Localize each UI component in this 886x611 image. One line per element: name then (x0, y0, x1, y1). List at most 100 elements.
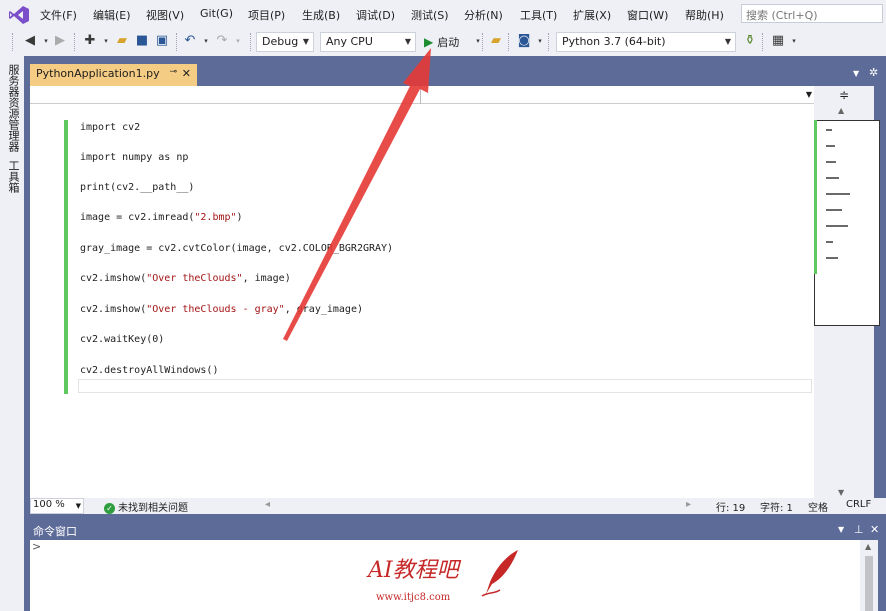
feather-pen-icon (481, 550, 518, 597)
editor-status-row: 100 % ▼ ✓ 未找到相关问题 ◂ ▸ 行: 19 字符: 1 空格 CRLF (30, 498, 886, 514)
undo-icon[interactable]: ↶ (182, 33, 198, 49)
tab-list-dropdown-icon[interactable]: ▼ (853, 69, 859, 78)
menu-git[interactable]: Git(G) (200, 7, 233, 20)
toolbar-separator (74, 33, 75, 51)
line-ending-indicator[interactable]: CRLF (846, 499, 871, 510)
minimap-viewport[interactable] (814, 120, 880, 326)
document-tabstrip: PythonApplication1.py ⊸ ✕ ▼ ✲ (24, 64, 886, 86)
layout-icon[interactable]: ▦ (770, 33, 786, 49)
open-folder-icon[interactable]: ▰ (114, 33, 130, 49)
minimap-line (826, 225, 848, 227)
issues-indicator[interactable]: ✓ 未找到相关问题 (104, 499, 188, 514)
menu-file[interactable]: 文件(F) (40, 7, 77, 23)
redo-icon[interactable]: ↷ (214, 33, 230, 49)
toolbar: ◀ ▾ ▶ ✚ ▾ ▰ ■ ▣ ↶ ▾ ↷ ▾ Debug ▼ Any CPU … (0, 28, 886, 56)
python-environment-select[interactable]: Python 3.7 (64-bit) ▼ (556, 32, 736, 52)
code-line-9: cv2.destroyAllWindows() (80, 365, 219, 376)
document-well: PythonApplication1.py ⊸ ✕ ▼ ✲ ▼ ≑ import… (24, 56, 886, 516)
scroll-down-icon[interactable]: ▼ (838, 488, 844, 497)
save-all-icon[interactable]: ▣ (154, 33, 170, 49)
minimap-line (826, 145, 835, 147)
toolbox-tab[interactable]: 工具箱 (6, 160, 20, 193)
menu-extensions[interactable]: 扩展(X) (573, 7, 611, 23)
server-explorer-tab[interactable]: 服务器资源管理器 (6, 64, 20, 152)
scope-dropdown[interactable] (30, 86, 421, 104)
issues-text: 未找到相关问题 (118, 503, 188, 514)
menu-help[interactable]: 帮助(H) (685, 7, 724, 23)
scroll-thumb[interactable] (865, 556, 873, 611)
layout-dropdown-icon[interactable]: ▾ (786, 33, 802, 49)
menu-tools[interactable]: 工具(T) (520, 7, 557, 23)
python-environment-value: Python 3.7 (64-bit) (562, 35, 666, 48)
window-options-icon[interactable]: ▼ (838, 525, 844, 534)
scroll-up-icon[interactable]: ▲ (838, 106, 844, 115)
toolbar-grip (12, 33, 13, 51)
find-in-files-icon[interactable]: ▰ (488, 33, 504, 49)
visual-studio-icon (9, 6, 29, 24)
python-environments-icon[interactable]: ⚱ (742, 33, 758, 49)
change-tracking-bar (64, 120, 68, 394)
start-dropdown-icon[interactable]: ▾ (470, 33, 486, 49)
toolbar-grip (548, 33, 549, 51)
camera-icon[interactable]: ◙ (516, 33, 532, 49)
chevron-down-icon: ▼ (724, 37, 731, 46)
code-line-7: cv2.imshow("Over theClouds - gray", gray… (80, 304, 363, 315)
zoom-select[interactable]: 100 % ▼ (30, 498, 84, 514)
pin-icon[interactable]: ⊥ (854, 523, 864, 536)
command-window-title: 命令窗口 (33, 525, 77, 538)
menu-edit[interactable]: 编辑(E) (93, 7, 131, 23)
minimap-line (826, 177, 839, 179)
toolbar-separator (176, 33, 177, 51)
new-item-icon[interactable]: ✚ (82, 33, 98, 49)
close-icon[interactable]: ✕ (182, 67, 191, 80)
gear-icon[interactable]: ✲ (869, 66, 878, 79)
camera-dropdown-icon[interactable]: ▾ (532, 33, 548, 49)
undo-dropdown-icon[interactable]: ▾ (198, 33, 214, 49)
check-circle-icon: ✓ (104, 503, 115, 514)
menu-view[interactable]: 视图(V) (146, 7, 184, 23)
chevron-down-icon: ▼ (404, 37, 411, 46)
minimap-scrollbar[interactable]: ▲ ▼ (814, 104, 880, 498)
redo-dropdown-icon[interactable]: ▾ (230, 33, 246, 49)
menu-debug[interactable]: 调试(D) (356, 7, 395, 23)
menu-window[interactable]: 窗口(W) (627, 7, 668, 23)
split-editor-icon[interactable]: ≑ (814, 86, 874, 104)
watermark-url: www.itjc8.com (376, 592, 451, 603)
minimap-line (826, 241, 833, 243)
minimap-line (826, 257, 838, 259)
platform-select[interactable]: Any CPU ▼ (320, 32, 416, 52)
command-scrollbar[interactable]: ▲ (860, 540, 878, 611)
tab-title: PythonApplication1.py (36, 67, 160, 80)
menu-test[interactable]: 测试(S) (411, 7, 449, 23)
minimap-line (826, 193, 850, 195)
whitespace-indicator[interactable]: 空格 (808, 499, 828, 514)
minimap-line (826, 161, 836, 163)
code-editor[interactable]: import cv2 import numpy as np print(cv2.… (30, 104, 814, 498)
scroll-up-icon[interactable]: ▲ (865, 542, 871, 551)
minimap-line (826, 129, 832, 131)
forward-icon[interactable]: ▶ (52, 33, 68, 49)
minimap-line (826, 209, 842, 211)
code-line-6: cv2.imshow("Over theClouds", image) (80, 273, 291, 284)
close-icon[interactable]: ✕ (870, 523, 879, 536)
pin-icon[interactable]: ⊸ (169, 67, 177, 77)
new-item-dropdown-icon[interactable]: ▾ (98, 33, 114, 49)
tab-pythonapplication1[interactable]: PythonApplication1.py ⊸ ✕ (30, 64, 197, 86)
toolbar-separator (250, 33, 251, 51)
member-dropdown[interactable]: ▼ (421, 86, 814, 104)
column-indicator: 字符: 1 (760, 503, 793, 514)
code-line-8: cv2.waitKey(0) (80, 334, 165, 345)
menu-build[interactable]: 生成(B) (302, 7, 340, 23)
scroll-left-icon[interactable]: ◂ (265, 499, 270, 510)
code-line-1: import cv2 (80, 122, 141, 133)
menu-analyze[interactable]: 分析(N) (464, 7, 503, 23)
back-icon[interactable]: ◀ (22, 33, 38, 49)
search-input[interactable]: 搜索 (Ctrl+Q) (741, 4, 883, 23)
current-line-highlight (78, 379, 812, 393)
command-prompt: > (32, 540, 42, 553)
configuration-select[interactable]: Debug ▼ (256, 32, 314, 52)
menu-project[interactable]: 项目(P) (248, 7, 285, 23)
save-icon[interactable]: ■ (134, 33, 150, 49)
menubar: 文件(F) 编辑(E) 视图(V) Git(G) 项目(P) 生成(B) 调试(… (0, 0, 886, 28)
scroll-right-icon[interactable]: ▸ (686, 499, 691, 510)
